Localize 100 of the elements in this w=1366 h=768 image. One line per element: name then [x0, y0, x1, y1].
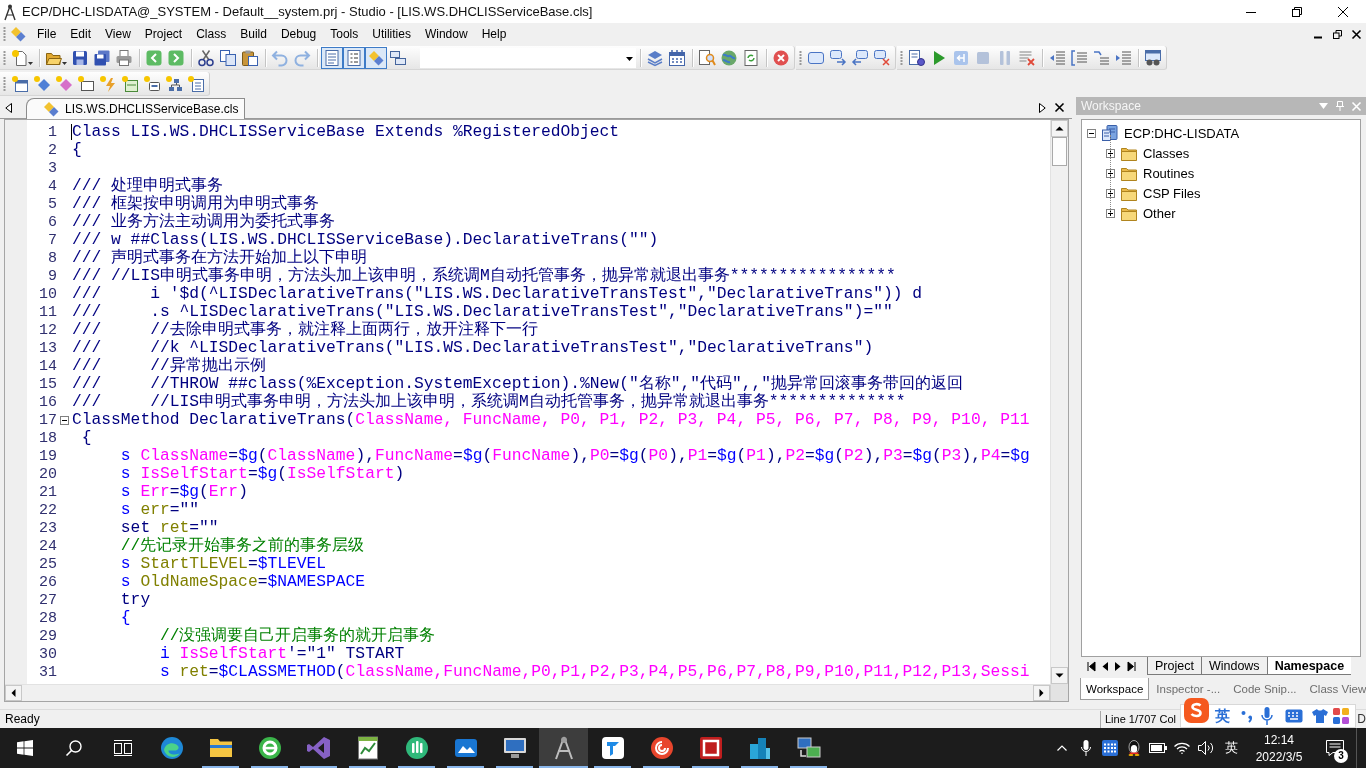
- restore-icon[interactable]: [1292, 6, 1302, 17]
- collapse-box-icon[interactable]: [1087, 128, 1096, 138]
- panel-tab[interactable]: Code Snip...: [1227, 678, 1303, 700]
- scroll-down-icon[interactable]: [1051, 667, 1068, 684]
- scissors-icon[interactable]: [198, 49, 214, 66]
- layers-icon[interactable]: [647, 49, 663, 66]
- step-list-icon[interactable]: [1093, 49, 1109, 66]
- outdent-icon[interactable]: [1049, 49, 1065, 66]
- document-gear-icon[interactable]: [909, 49, 925, 66]
- rounded-rectangle-icon[interactable]: [808, 49, 824, 66]
- document-tab[interactable]: LIS.WS.DHCLISServiceBase.cls: [26, 98, 246, 119]
- bracket-list-icon[interactable]: [1071, 49, 1087, 66]
- first-page-icon[interactable]: [1087, 661, 1095, 671]
- panel-tab[interactable]: Workspace: [1080, 678, 1150, 700]
- next-icon[interactable]: [1115, 661, 1121, 671]
- input-method-logo-icon[interactable]: [1183, 698, 1209, 723]
- four-squares-icon[interactable]: [1333, 708, 1349, 724]
- battery-icon[interactable]: [1149, 743, 1167, 753]
- document-magnifier-icon[interactable]: [699, 49, 715, 66]
- tree-item[interactable]: CSP Files: [1143, 185, 1201, 201]
- panel-tab[interactable]: Class View: [1303, 678, 1366, 700]
- menu-item[interactable]: Help: [474, 24, 514, 44]
- task-view-icon[interactable]: [113, 740, 132, 756]
- vertical-scrollbar[interactable]: [1050, 120, 1068, 684]
- document-refresh-icon[interactable]: [743, 49, 759, 66]
- taskbar-button[interactable]: [539, 728, 588, 768]
- tree-item[interactable]: Other: [1143, 205, 1176, 221]
- view-tab[interactable]: Namespace: [1266, 657, 1352, 675]
- keyboard-icon[interactable]: [1285, 709, 1303, 723]
- close-icon[interactable]: [1055, 103, 1064, 112]
- scroll-right-icon[interactable]: [1039, 102, 1046, 113]
- grip-icon[interactable]: [799, 50, 802, 65]
- input-mode-label[interactable]: 英: [1214, 706, 1230, 726]
- windows-logo-icon[interactable]: [16, 740, 33, 756]
- new-file-icon[interactable]: [11, 49, 33, 66]
- restore-icon[interactable]: [1333, 29, 1342, 39]
- menu-item[interactable]: Class: [189, 24, 234, 44]
- close-icon[interactable]: [1338, 6, 1348, 17]
- language-indicator[interactable]: 英: [1224, 739, 1238, 757]
- tree-item[interactable]: Classes: [1143, 145, 1190, 161]
- grip-icon[interactable]: [900, 50, 903, 65]
- scroll-thumb[interactable]: [1052, 137, 1067, 166]
- view-tab[interactable]: Project: [1147, 657, 1201, 675]
- menu-item[interactable]: View: [98, 24, 138, 44]
- expand-box-icon[interactable]: [1106, 168, 1115, 178]
- view-tab[interactable]: Windows: [1200, 657, 1267, 675]
- grip-icon[interactable]: [3, 27, 6, 41]
- sparkle-tree-icon[interactable]: [166, 75, 182, 92]
- clipboard-icon[interactable]: [242, 49, 258, 66]
- sparkle-list-icon[interactable]: [188, 75, 204, 92]
- sparkle-window-icon[interactable]: [12, 75, 28, 92]
- grip-icon[interactable]: [3, 76, 6, 91]
- speech-bubble-x-icon[interactable]: [874, 49, 890, 66]
- expand-box-icon[interactable]: [1106, 148, 1115, 158]
- copy-icon[interactable]: [220, 49, 236, 66]
- menu-item[interactable]: Window: [417, 24, 475, 44]
- list-x-icon[interactable]: [1019, 49, 1035, 66]
- menu-item[interactable]: Utilities: [365, 24, 418, 44]
- clock-date[interactable]: 2022/3/5: [1255, 749, 1303, 764]
- menu-item[interactable]: Tools: [323, 24, 366, 44]
- code-editor[interactable]: [4, 119, 1069, 702]
- speech-bubble-back-icon[interactable]: [852, 49, 868, 66]
- menu-item[interactable]: File: [30, 24, 64, 44]
- speaker-icon[interactable]: [1198, 741, 1214, 755]
- sparkle-frame-icon[interactable]: [78, 75, 94, 92]
- grip-icon[interactable]: [3, 50, 6, 65]
- indent-icon[interactable]: [1115, 49, 1131, 66]
- panel-tab[interactable]: Inspector -...: [1150, 678, 1227, 700]
- chevron-up-icon[interactable]: [1057, 745, 1067, 751]
- speech-bubble-arrow-icon[interactable]: [830, 49, 846, 66]
- menu-item[interactable]: Edit: [63, 24, 99, 44]
- punctuation-icon[interactable]: [1240, 710, 1253, 722]
- scroll-up-icon[interactable]: [1051, 120, 1068, 137]
- calendar-icon[interactable]: [669, 49, 685, 66]
- microphone-icon[interactable]: [1081, 740, 1091, 756]
- play-icon[interactable]: [931, 49, 947, 66]
- search-icon[interactable]: [65, 740, 82, 756]
- sparkle-gem-icon[interactable]: [56, 75, 72, 92]
- tree-item[interactable]: Routines: [1143, 165, 1195, 181]
- floppy-disks-icon[interactable]: [94, 49, 110, 66]
- clock-time[interactable]: 12:14: [1264, 732, 1294, 747]
- tree-item[interactable]: ECP:DHC-LISDATA: [1124, 125, 1240, 141]
- window-binoculars-icon[interactable]: [1145, 49, 1161, 66]
- combo-field[interactable]: [420, 47, 623, 68]
- diamonds-icon[interactable]: [10, 26, 26, 42]
- menu-item[interactable]: Debug: [273, 24, 324, 44]
- close-icon[interactable]: [1352, 29, 1361, 39]
- menu-item[interactable]: Build: [233, 24, 274, 44]
- last-page-icon[interactable]: [1128, 661, 1136, 671]
- previous-icon[interactable]: [1102, 661, 1108, 671]
- menu-item[interactable]: Project: [137, 24, 190, 44]
- sparkle-diamond-icon[interactable]: [34, 75, 50, 92]
- expand-box-icon[interactable]: [1106, 188, 1115, 198]
- x-circle-icon[interactable]: [773, 49, 789, 66]
- scroll-left-icon[interactable]: [5, 102, 12, 113]
- sparkle-tag-icon[interactable]: [144, 75, 160, 92]
- globe-icon[interactable]: [721, 49, 737, 66]
- expand-box-icon[interactable]: [1106, 208, 1115, 218]
- shirt-icon[interactable]: [1312, 708, 1328, 724]
- keypad-icon[interactable]: [1102, 740, 1118, 756]
